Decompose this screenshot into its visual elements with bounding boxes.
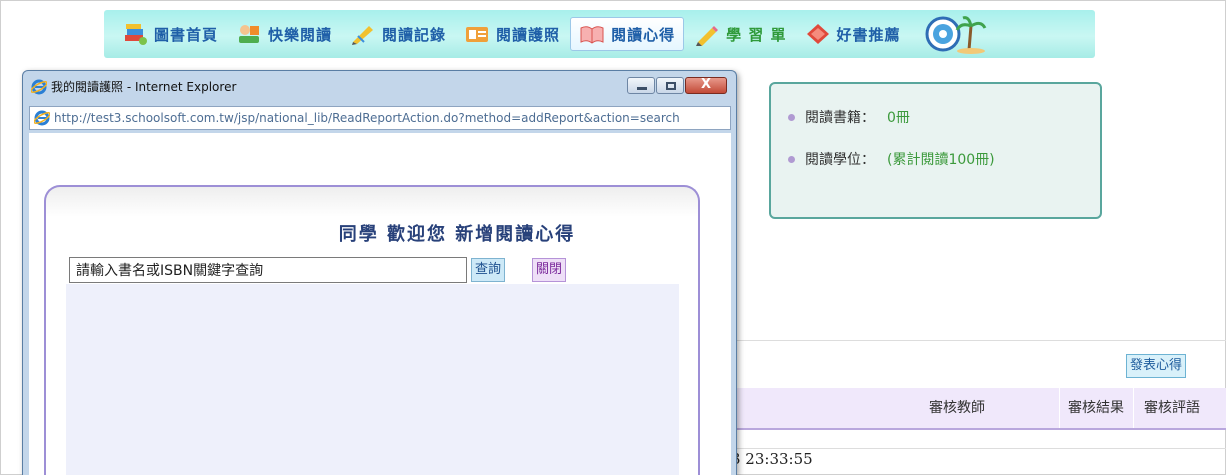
- table-header: 審核教師 審核結果 審核評語: [737, 388, 1226, 430]
- window-controls: X: [626, 77, 727, 94]
- minimize-button[interactable]: [627, 77, 655, 94]
- search-results-area: [66, 284, 679, 475]
- school-emblem-icon: [925, 16, 986, 54]
- maximize-button[interactable]: [656, 77, 684, 94]
- book-search-input[interactable]: [69, 257, 467, 283]
- close-window-button[interactable]: X: [685, 77, 727, 94]
- reading-stats-box: 閱讀書籍： 0冊 閱讀學位： (累計閱讀100冊): [769, 82, 1102, 219]
- nav-item-home[interactable]: 圖書首頁: [114, 17, 226, 51]
- ie-page-icon: [34, 110, 50, 126]
- nav-item-reading-report[interactable]: 閱讀心得: [570, 17, 685, 51]
- top-navigation: 圖書首頁 快樂閱讀 閱讀記錄 閱讀護照 閱讀心得 學 習 單 好書推薦: [104, 10, 1095, 58]
- window-title: 我的閱讀護照 - Internet Explorer: [51, 80, 237, 94]
- minimize-icon: [637, 87, 647, 90]
- nav-label: 好書推薦: [836, 25, 901, 44]
- stat-reading-degree: 閱讀學位： (累計閱讀100冊): [788, 148, 1100, 170]
- address-bar[interactable]: http://test3.schoolsoft.com.tw/jsp/natio…: [29, 106, 731, 130]
- window-content: 同學 歡迎您 新增閱讀心得 查詢 關閉: [29, 133, 731, 475]
- maximize-icon: [666, 82, 676, 90]
- divider: [737, 340, 1226, 341]
- nav-label: 圖書首頁: [154, 25, 219, 44]
- nav-item-happy-reading[interactable]: 快樂閱讀: [228, 17, 340, 51]
- table-row-timestamp: 3 23:33:55: [731, 450, 813, 468]
- nav-item-worksheet[interactable]: 學 習 單: [686, 17, 794, 51]
- col-header-comment: 審核評語: [1144, 400, 1200, 416]
- nav-label: 快樂閱讀: [268, 25, 333, 44]
- open-book-icon: [580, 26, 604, 44]
- nav-label: 閱讀護照: [496, 25, 561, 44]
- nav-label: 閱讀記錄: [382, 25, 447, 44]
- nav-label: 閱讀心得: [611, 25, 676, 44]
- col-header-reviewer: 審核教師: [929, 400, 985, 416]
- diamond-book-icon: [806, 24, 829, 44]
- panel-title: 同學 歡迎您 新增閱讀心得: [338, 224, 576, 245]
- nav-logo: [925, 14, 987, 54]
- row-divider: [737, 448, 1226, 449]
- add-report-panel: 同學 歡迎您 新增閱讀心得 查詢 關閉: [44, 185, 700, 475]
- books-read-label: 閱讀書籍：: [805, 110, 875, 126]
- pencil-note-icon: [352, 26, 374, 45]
- bullet-icon: [788, 113, 795, 121]
- nav-item-book-recommend[interactable]: 好書推薦: [797, 17, 909, 51]
- post-report-button[interactable]: 發表心得: [1126, 354, 1187, 378]
- stat-books-read: 閱讀書籍： 0冊: [788, 106, 1100, 128]
- nav-item-reading-record[interactable]: 閱讀記錄: [342, 17, 454, 51]
- book-stack-icon: [125, 24, 147, 45]
- books-read-value: 0冊: [887, 110, 910, 126]
- ie-logo-icon: [31, 79, 47, 95]
- reading-degree-value: (累計閱讀100冊): [887, 152, 995, 168]
- window-titlebar[interactable]: 我的閱讀護照 - Internet Explorer X: [23, 71, 736, 99]
- query-button[interactable]: 查詢: [471, 258, 506, 282]
- address-url: http://test3.schoolsoft.com.tw/jsp/natio…: [54, 111, 680, 125]
- nav-item-reading-passport[interactable]: 閱讀護照: [456, 17, 568, 51]
- close-icon: X: [700, 77, 712, 92]
- passport-icon: [466, 27, 489, 42]
- reading-degree-label: 閱讀學位：: [805, 152, 875, 168]
- bullet-icon: [788, 155, 795, 163]
- close-button[interactable]: 關閉: [532, 258, 567, 282]
- ie-popup-window: 我的閱讀護照 - Internet Explorer X http://test…: [22, 70, 737, 475]
- nav-label: 學 習 單: [726, 25, 787, 44]
- reading-kid-icon: [239, 25, 260, 43]
- col-header-result: 審核結果: [1068, 400, 1124, 416]
- pencil-icon: [696, 26, 719, 46]
